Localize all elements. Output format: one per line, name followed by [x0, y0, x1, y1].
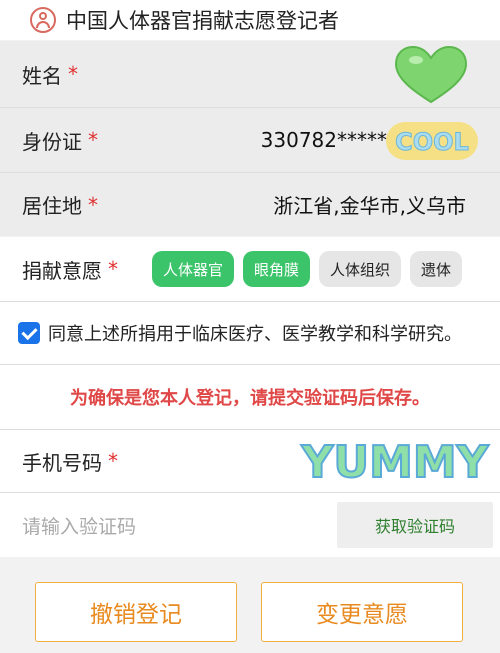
get-code-button[interactable]: 获取验证码	[337, 502, 493, 548]
id-label: 身份证	[22, 129, 82, 154]
required-mark: *	[88, 128, 98, 152]
address-row[interactable]: 居住地 * 浙江省,金华市,义乌市	[0, 173, 500, 236]
required-mark: *	[68, 62, 78, 86]
change-intention-button[interactable]: 变更意愿	[261, 582, 463, 642]
address-label: 居住地	[22, 194, 82, 218]
consent-text: 同意上述所捐用于临床医疗、医学教学和科学研究。	[48, 324, 462, 345]
option-body[interactable]: 遗体	[410, 251, 463, 287]
cool-sticker-icon: COOL	[386, 122, 478, 160]
option-cornea[interactable]: 眼角膜	[243, 251, 311, 287]
page-title: 中国人体器官捐献志愿登记者	[66, 9, 339, 33]
consent-checkbox[interactable]	[18, 322, 40, 344]
donation-row: 捐献意愿 * 人体器官 眼角膜 人体组织 遗体	[0, 237, 500, 301]
required-mark: *	[108, 257, 118, 281]
page-header: 中国人体器官捐献志愿登记者	[0, 0, 500, 40]
code-input[interactable]: 请输入验证码	[22, 512, 136, 539]
cool-sticker-text: COOL	[395, 128, 469, 156]
yummy-sticker-icon: YUMMY	[299, 436, 490, 489]
heart-sticker-icon	[394, 45, 468, 104]
consent-row: 同意上述所捐用于临床医疗、医学教学和科学研究。	[0, 302, 500, 364]
id-value: 330782*****	[260, 128, 387, 152]
required-mark: *	[108, 449, 118, 473]
option-organ[interactable]: 人体器官	[152, 251, 235, 287]
notice-row: 为确保是您本人登记，请提交验证码后保存。	[0, 365, 500, 429]
name-label: 姓名	[22, 63, 62, 88]
code-row: 请输入验证码 获取验证码	[0, 493, 500, 557]
option-tissue[interactable]: 人体组织	[319, 251, 402, 287]
yummy-sticker-text: YUMMY	[300, 437, 489, 488]
required-mark: *	[88, 192, 98, 217]
verification-notice: 为确保是您本人登记，请提交验证码后保存。	[70, 388, 430, 409]
cancel-registration-button[interactable]: 撤销登记	[35, 582, 237, 642]
donation-options: 人体器官 眼角膜 人体组织 遗体	[152, 251, 463, 287]
phone-label: 手机号码	[22, 450, 102, 475]
address-value: 浙江省,金华市,义乌市	[273, 194, 466, 218]
user-icon	[30, 7, 56, 33]
donation-label: 捐献意愿	[22, 258, 102, 283]
